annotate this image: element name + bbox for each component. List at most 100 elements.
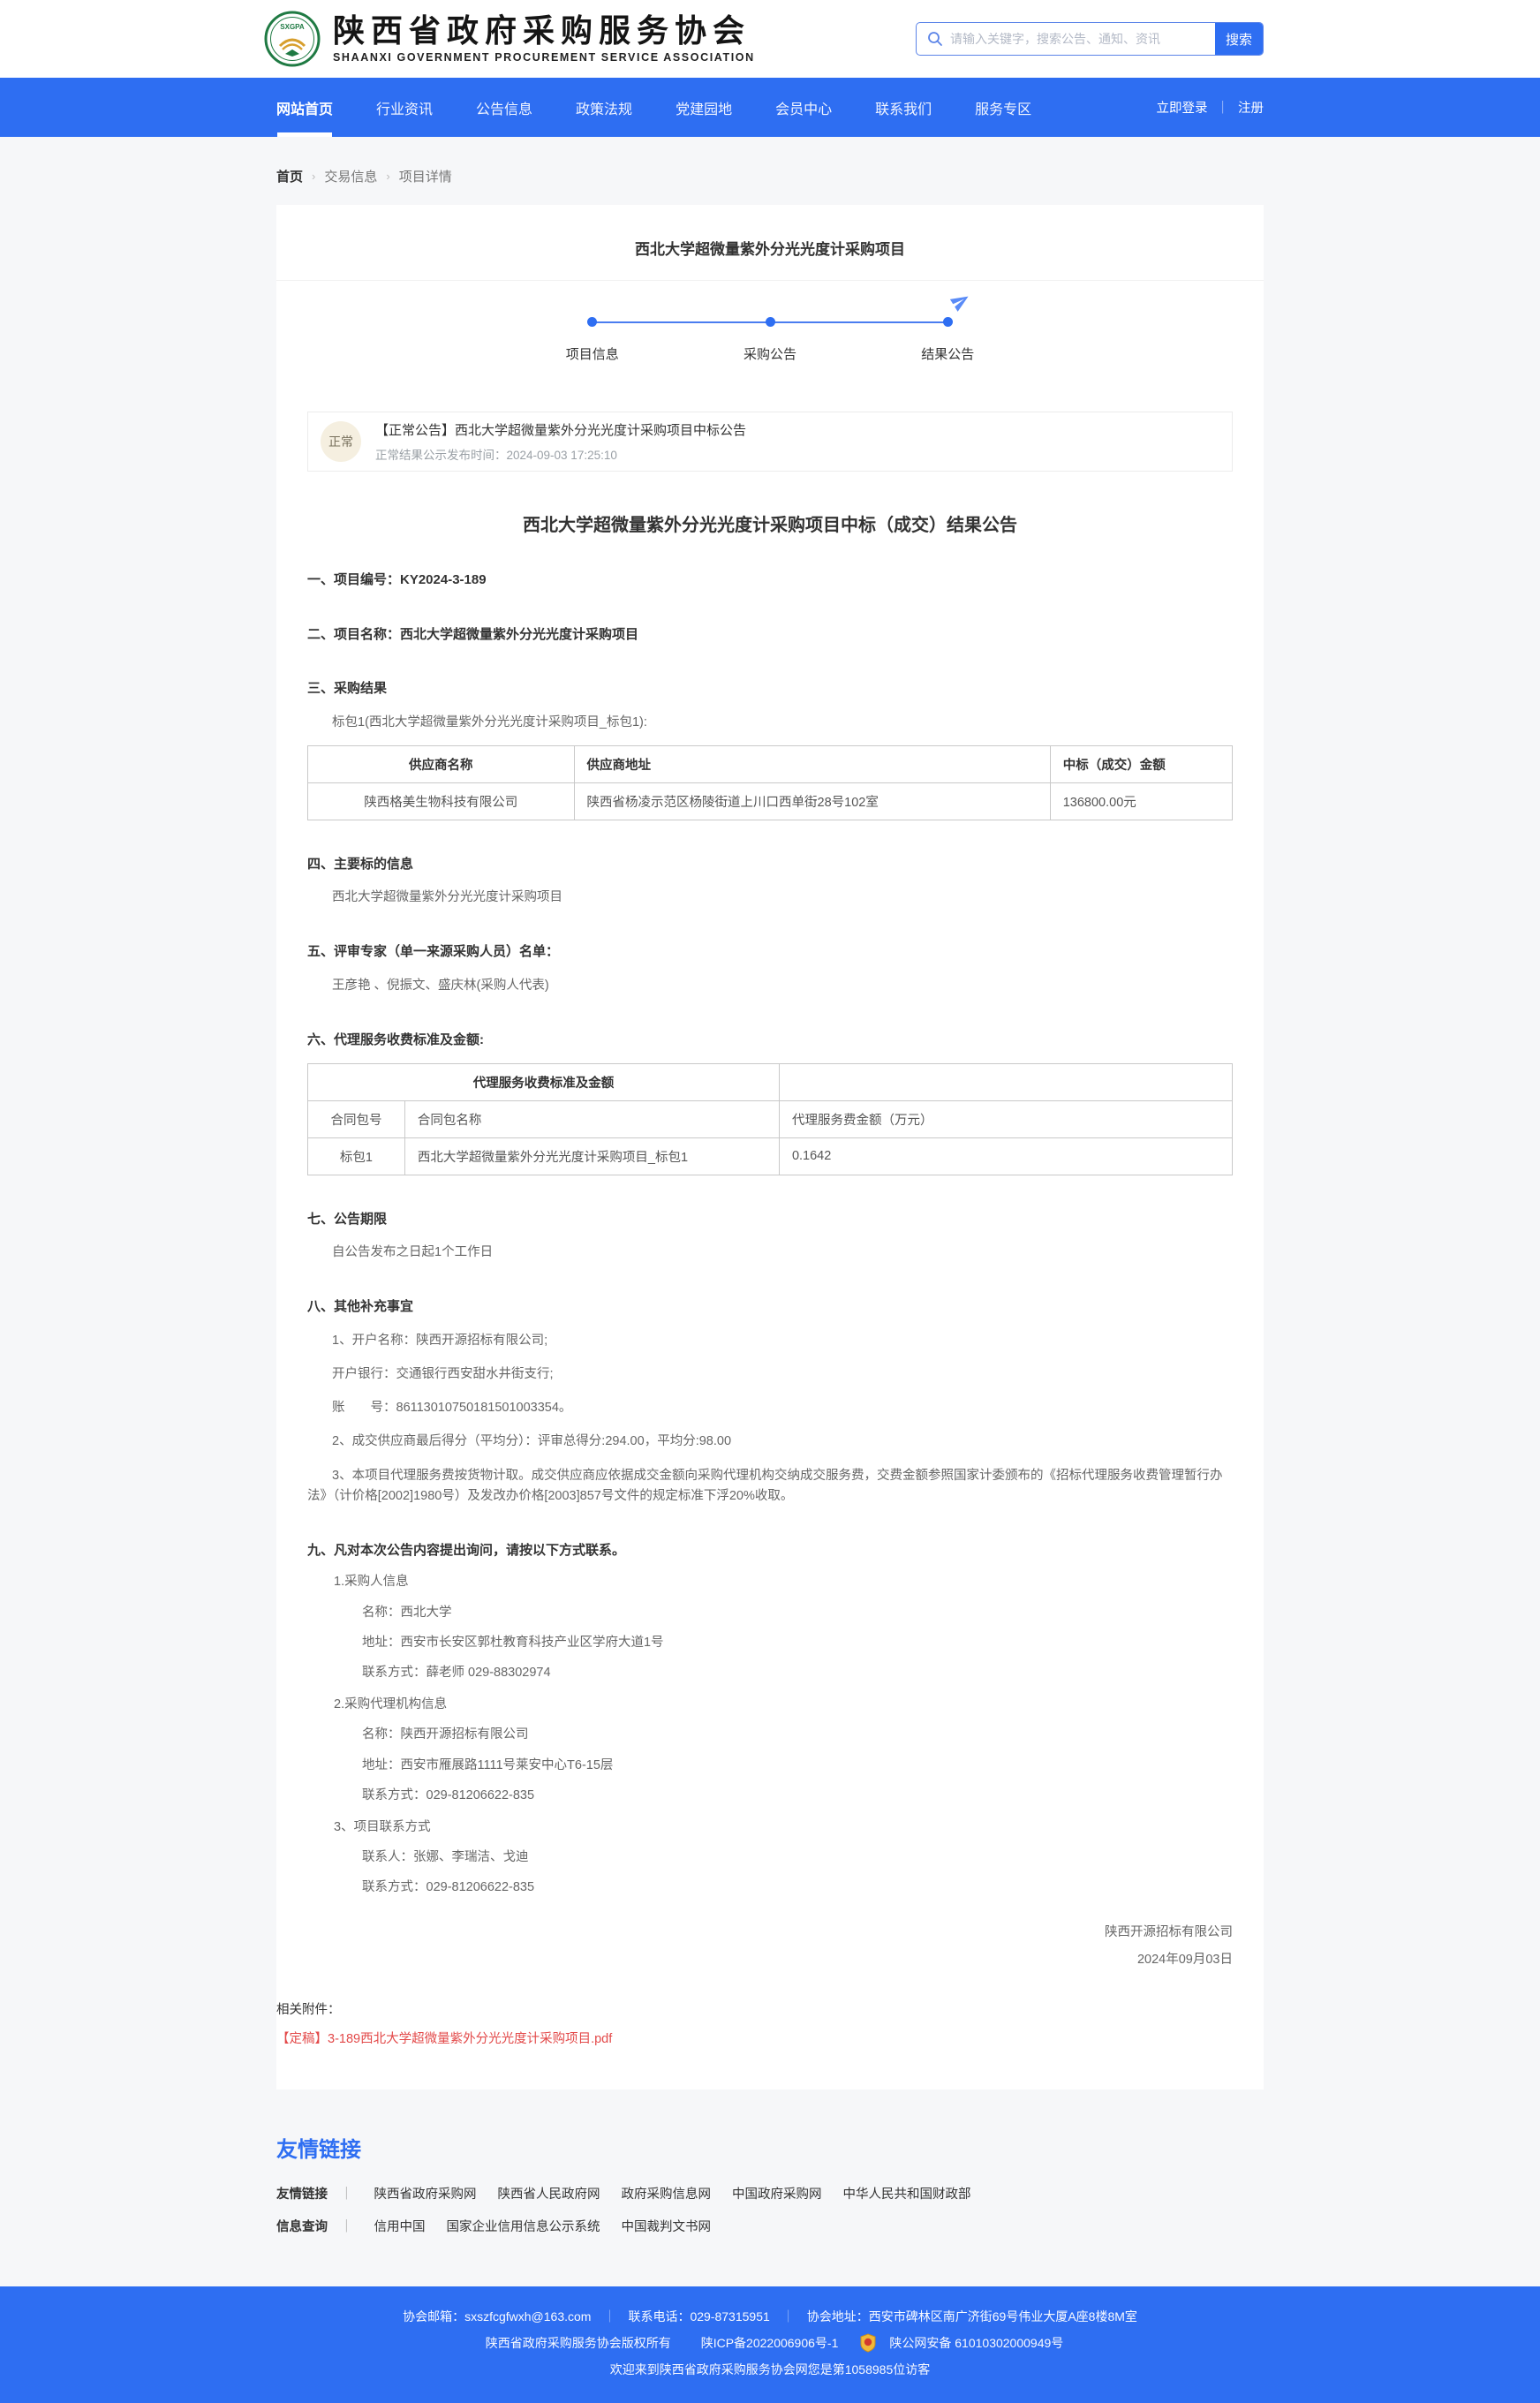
breadcrumb-separator: › — [312, 170, 315, 183]
link-ministry-of-finance[interactable]: 中华人民共和国财政部 — [843, 2184, 971, 2203]
step-project-info[interactable]: 项目信息 — [531, 317, 654, 363]
signature-company: 陕西开源招标有限公司 — [307, 1919, 1233, 1946]
agency-address: 地址：西安市雁展路1111号莱安中心T6-15层 — [307, 1756, 1233, 1776]
section-1-heading: 一、项目编号：KY2024-3-189 — [307, 571, 1233, 591]
purchaser-contact: 联系方式：薛老师 029-88302974 — [307, 1663, 1233, 1683]
account-name-line: 1、开户名称：陕西开源招标有限公司; — [307, 1331, 1233, 1351]
link-shaanxi-gov[interactable]: 陕西省人民政府网 — [498, 2184, 600, 2203]
section-6-heading: 六、代理服务收费标准及金额: — [307, 1031, 1233, 1051]
nav-item-industry-news[interactable]: 行业资讯 — [376, 78, 433, 137]
footer-divider: ｜ — [603, 2308, 615, 2325]
nav-item-member-center[interactable]: 会员中心 — [775, 78, 832, 137]
row-divider: ｜ — [340, 2184, 353, 2203]
table-row: 标包1 西北大学超微量紫外分光光度计采购项目_标包1 0.1642 — [308, 1137, 1233, 1175]
nav-item-contact-us[interactable]: 联系我们 — [875, 78, 932, 137]
agency-contact: 联系方式：029-81206622-835 — [307, 1786, 1233, 1806]
table-row: 陕西格美生物科技有限公司 陕西省杨凌示范区杨陵街道上川口西单街28号102室 1… — [308, 782, 1233, 820]
step-procurement-notice[interactable]: 采购公告 — [708, 317, 832, 363]
section-4-content: 西北大学超微量紫外分光光度计采购项目 — [307, 888, 1233, 908]
column-header: 中标（成交）金额 — [1050, 745, 1232, 782]
step-result-notice[interactable]: 结果公告 — [886, 317, 1009, 363]
footer-email: 协会邮箱：sxszfcgfwxh@163.com — [403, 2308, 591, 2325]
row-divider: ｜ — [340, 2217, 353, 2235]
section-7-content: 自公告发布之日起1个工作日 — [307, 1243, 1233, 1263]
bank-line: 开户银行：交通银行西安甜水井街支行; — [307, 1364, 1233, 1385]
association-logo-icon: SXGPA — [264, 11, 321, 67]
search-button[interactable]: 搜索 — [1215, 23, 1263, 55]
attachments-label: 相关附件： — [276, 1999, 1264, 2018]
project-title: 西北大学超微量紫外分光光度计采购项目 — [276, 231, 1264, 280]
empty-cell — [779, 1063, 1232, 1100]
security-badge-icon — [859, 2333, 877, 2353]
score-line: 2、成交供应商最后得分（平均分）：评审总得分:294.00，平均分:98.00 — [307, 1432, 1233, 1452]
result-package-note: 标包1(西北大学超微量紫外分光光度计采购项目_标包1): — [307, 713, 1233, 733]
section-8-heading: 八、其他补充事宜 — [307, 1297, 1233, 1318]
nav-item-home[interactable]: 网站首页 — [276, 78, 333, 137]
purchaser-address: 地址：西安市长安区郭杜教育科技产业区学府大道1号 — [307, 1633, 1233, 1653]
announcement-title: 西北大学超微量紫外分光光度计采购项目中标（成交）结果公告 — [307, 510, 1233, 536]
section-5-heading: 五、评审专家（单一来源采购人员）名单： — [307, 942, 1233, 963]
friendly-links-row: 友情链接 ｜ 陕西省政府采购网 陕西省人民政府网 政府采购信息网 中国政府采购网… — [276, 2184, 1264, 2203]
supplier-name-cell: 陕西格美生物科技有限公司 — [308, 782, 575, 820]
column-header: 供应商地址 — [574, 745, 1050, 782]
table-header-row: 供应商名称 供应商地址 中标（成交）金额 — [308, 745, 1233, 782]
breadcrumb-current: 项目详情 — [399, 167, 452, 185]
link-judgement-docs[interactable]: 中国裁判文书网 — [622, 2217, 712, 2235]
breadcrumb-home[interactable]: 首页 — [276, 167, 303, 185]
table-header-row: 合同包号 合同包名称 代理服务费金额（万元） — [308, 1100, 1233, 1137]
nav-item-announcements[interactable]: 公告信息 — [476, 78, 532, 137]
purchaser-name: 名称：西北大学 — [307, 1603, 1233, 1623]
link-shaanxi-gov-procurement[interactable]: 陕西省政府采购网 — [374, 2184, 477, 2203]
login-register-divider: ｜ — [1217, 98, 1230, 117]
nav-item-service-zone[interactable]: 服务专区 — [975, 78, 1031, 137]
merged-header-cell: 代理服务收费标准及金额 — [308, 1063, 780, 1100]
project-detail-card: 西北大学超微量紫外分光光度计采购项目 项目信息 采购公告 结果公告 — [276, 205, 1264, 2089]
announcement-document: 西北大学超微量紫外分光光度计采购项目中标（成交）结果公告 一、项目编号：KY20… — [276, 510, 1264, 1973]
signature-block: 陕西开源招标有限公司 2024年09月03日 — [307, 1919, 1233, 1973]
project-contact-title: 3、项目联系方式 — [307, 1817, 1233, 1838]
link-procurement-info[interactable]: 政府采购信息网 — [622, 2184, 712, 2203]
column-header: 合同包名称 — [404, 1100, 779, 1137]
column-header: 代理服务费金额（万元） — [779, 1100, 1232, 1137]
logo-badge-text: SXGPA — [280, 23, 305, 31]
link-enterprise-credit[interactable]: 国家企业信用信息公示系统 — [447, 2217, 600, 2235]
attachments-block: 相关附件： 【定稿】3-189西北大学超微量紫外分光光度计采购项目.pdf — [276, 1999, 1264, 2047]
footer-visitor-count: 欢迎来到陕西省政府采购服务协会网您是第1058985位访客 — [610, 2361, 931, 2378]
page: SXGPA 陕西省政府采购服务协会 SHAANXI GOVERNMENT PRO… — [0, 0, 1540, 2403]
register-link[interactable]: 注册 — [1238, 98, 1264, 117]
link-credit-china[interactable]: 信用中国 — [374, 2217, 426, 2235]
signature-date: 2024年09月03日 — [307, 1946, 1233, 1973]
top-header: SXGPA 陕西省政府采购服务协会 SHAANXI GOVERNMENT PRO… — [0, 0, 1540, 78]
attachment-pdf-link[interactable]: 【定稿】3-189西北大学超微量紫外分光光度计采购项目.pdf — [276, 2029, 612, 2047]
login-link[interactable]: 立即登录 — [1157, 98, 1208, 117]
award-amount-cell: 136800.00元 — [1050, 782, 1232, 820]
footer-copyright: 陕西省政府采购服务协会版权所有 — [486, 2334, 671, 2352]
agency-name: 名称：陕西开源招标有限公司 — [307, 1725, 1233, 1745]
purchaser-info-title: 1.采购人信息 — [307, 1572, 1233, 1592]
notice-title: 【正常公告】西北大学超微量紫外分光光度计采购项目中标公告 — [375, 420, 746, 439]
step-label: 项目信息 — [531, 344, 654, 363]
footer-address: 协会地址：西安市碑林区南广济街69号伟业大厦A座8楼8M室 — [807, 2308, 1137, 2325]
footer-contact-line: 协会邮箱：sxszfcgfwxh@163.com ｜ 联系电话：029-8731… — [0, 2308, 1540, 2325]
project-contact-phone: 联系方式：029-81206622-835 — [307, 1878, 1233, 1898]
link-china-gov-procurement[interactable]: 中国政府采购网 — [732, 2184, 822, 2203]
result-table: 供应商名称 供应商地址 中标（成交）金额 陕西格美生物科技有限公司 陕西省杨凌示… — [307, 745, 1233, 820]
fee-amount-cell: 0.1642 — [779, 1137, 1232, 1175]
search-icon — [917, 31, 950, 47]
page-footer: 协会邮箱：sxszfcgfwxh@163.com ｜ 联系电话：029-8731… — [0, 2286, 1540, 2403]
nav-item-party-building[interactable]: 党建园地 — [676, 78, 732, 137]
section-5-content: 王彦艳 、倪振文、盛庆林(采购人代表) — [307, 976, 1233, 996]
nav-item-policies[interactable]: 政策法规 — [576, 78, 632, 137]
main-navigation: 网站首页 行业资讯 公告信息 政策法规 党建园地 会员中心 联系我们 服务专区 … — [0, 78, 1540, 137]
footer-visitor-line: 欢迎来到陕西省政府采购服务协会网您是第1058985位访客 — [0, 2361, 1540, 2378]
search-input[interactable] — [950, 23, 1215, 55]
footer-security-number: 陕公网安备 61010302000949号 — [889, 2334, 1063, 2352]
breadcrumb-trade-info[interactable]: 交易信息 — [324, 167, 377, 185]
agency-info-title: 2.采购代理机构信息 — [307, 1695, 1233, 1715]
breadcrumb: 首页 › 交易信息 › 项目详情 — [276, 167, 1264, 185]
footer-divider: ｜ — [782, 2308, 795, 2325]
column-header: 供应商名称 — [308, 745, 575, 782]
brand: SXGPA 陕西省政府采购服务协会 SHAANXI GOVERNMENT PRO… — [264, 11, 755, 67]
account-number-line: 账 号：86113010750181501003354。 — [307, 1398, 1233, 1418]
table-merged-header-row: 代理服务收费标准及金额 — [308, 1063, 1233, 1100]
